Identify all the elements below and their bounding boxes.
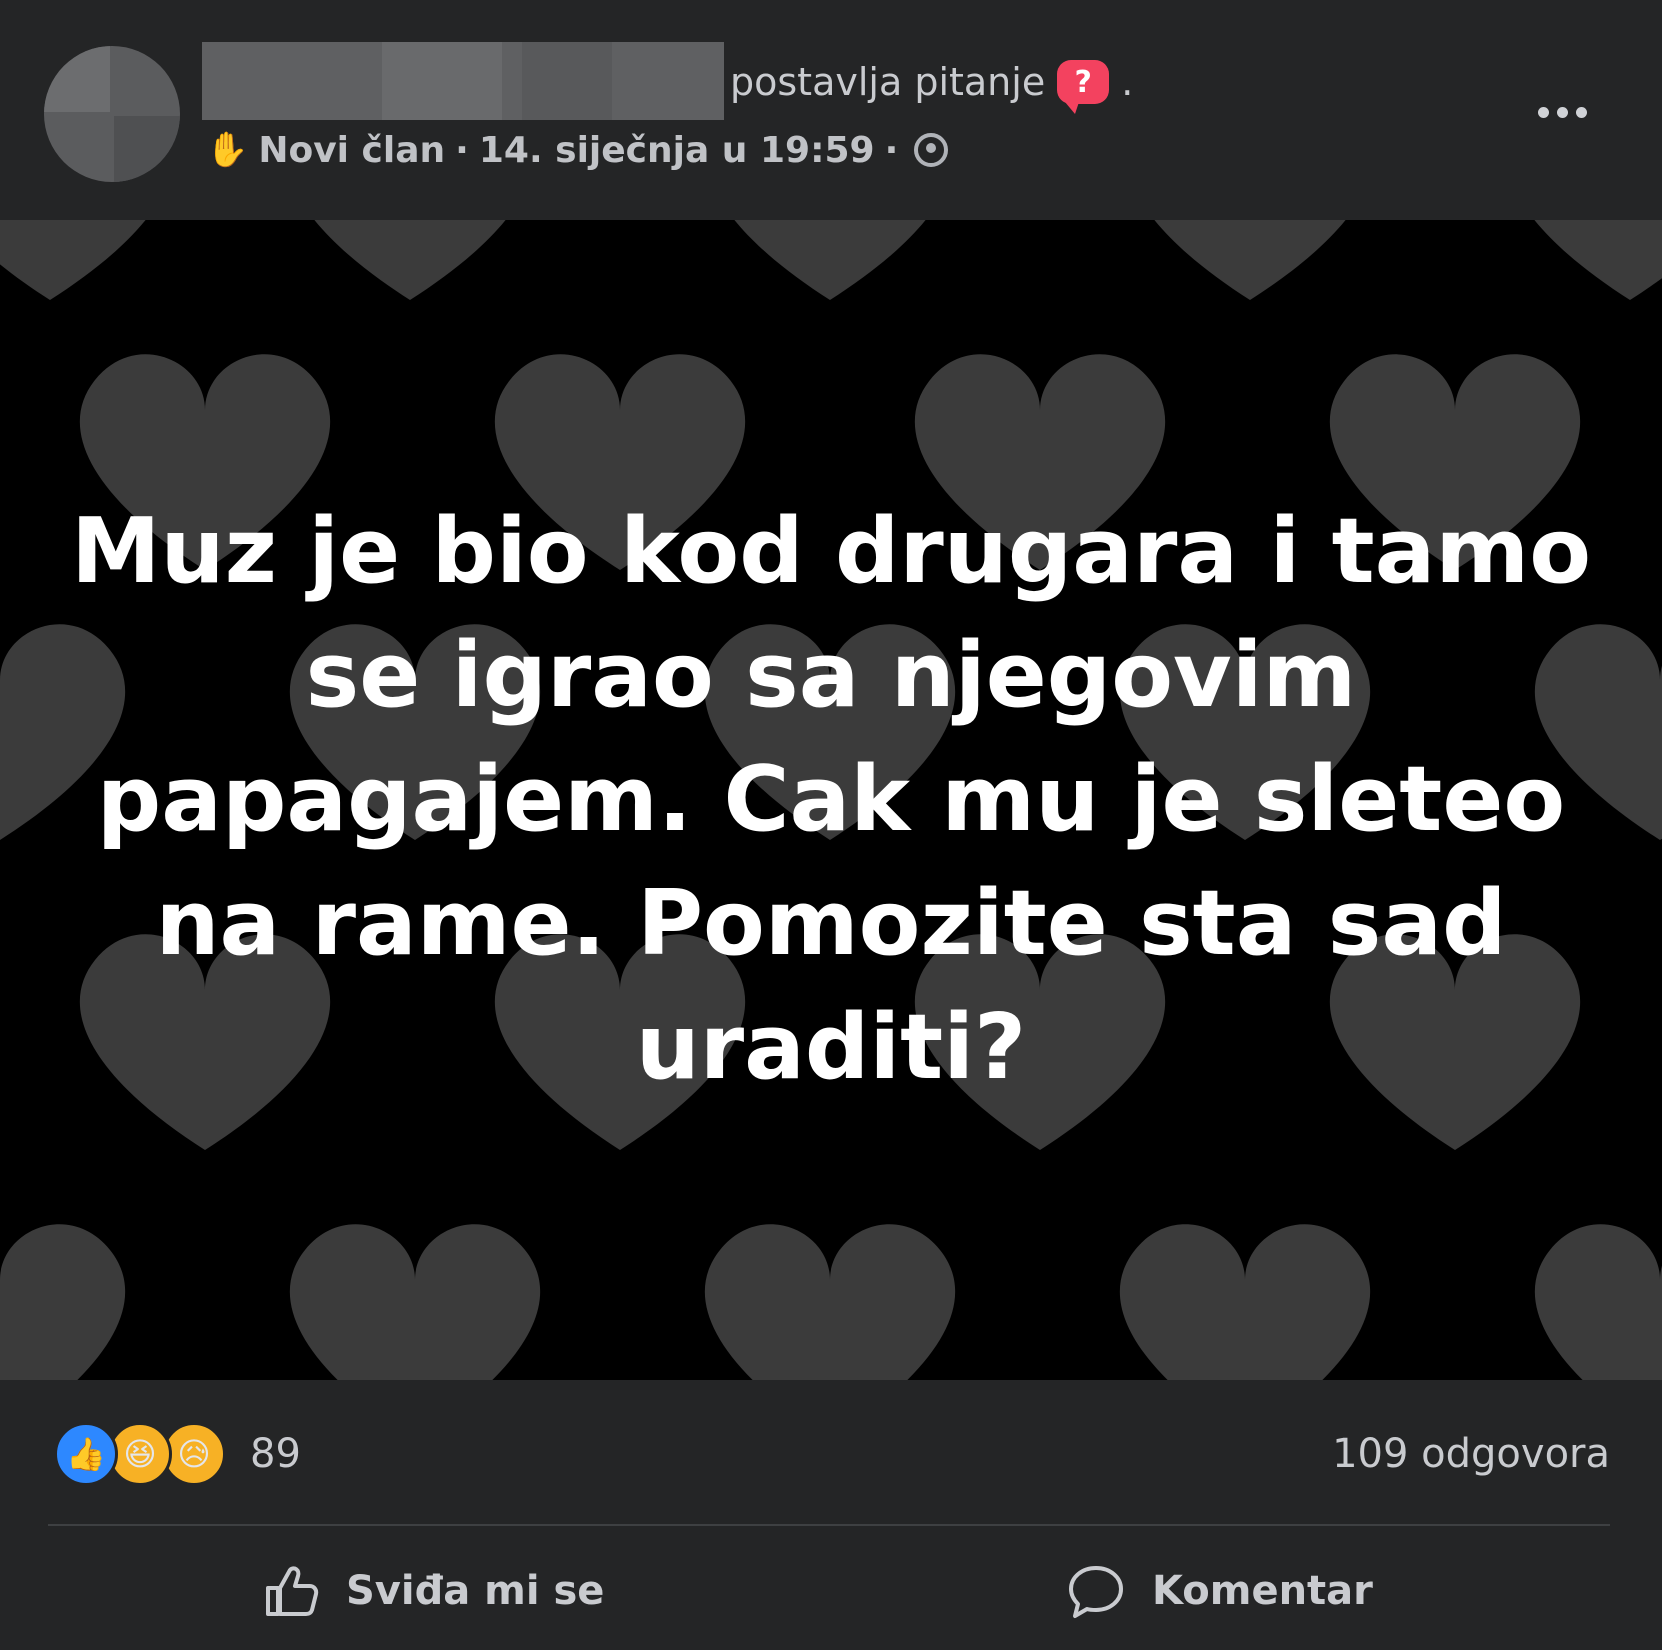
hearts-row-5 (0, 1224, 1662, 1380)
comment-label: Komentar (1152, 1568, 1373, 1614)
author-name-redacted[interactable] (202, 42, 724, 120)
question-post: postavlja pitanje ? . ✋ Novi član · 14. … (0, 0, 1662, 1650)
like-reaction-icon: 👍 (54, 1422, 118, 1486)
action-text: postavlja pitanje (730, 60, 1046, 104)
meta-separator: · (884, 129, 899, 171)
post-image[interactable]: Muz je bio kod drugara i tamo se igrao s… (0, 220, 1662, 1380)
question-badge-icon: ? (1057, 60, 1110, 114)
more-options-icon[interactable] (1512, 92, 1612, 132)
member-label: Novi član (258, 129, 446, 171)
meta-separator: · (455, 129, 469, 171)
thumbs-up-icon (266, 1566, 319, 1616)
comment-icon (1069, 1566, 1123, 1618)
post-meta: ✋ Novi član · 14. siječnja u 19:59 · (206, 122, 949, 178)
hearts-row-1 (0, 220, 1662, 300)
post-text: Muz je bio kod drugara i tamo se igrao s… (70, 499, 1592, 1100)
comment-button[interactable]: Komentar (1066, 1556, 1373, 1626)
answers-count[interactable]: 109 odgovora (1332, 1426, 1610, 1482)
group-icon (914, 133, 949, 167)
divider (48, 1524, 1610, 1526)
trailing-dot: . (1121, 60, 1134, 104)
waving-hand-icon: ✋ (206, 130, 249, 170)
author-avatar[interactable] (44, 46, 180, 182)
reactions-summary[interactable]: 👍 😆 😥 89 (54, 1422, 301, 1486)
like-button[interactable]: Sviđa mi se (262, 1556, 604, 1626)
post-action-line: postavlja pitanje ? . (730, 54, 1134, 114)
post-date[interactable]: 14. siječnja u 19:59 (479, 130, 875, 171)
reaction-count: 89 (250, 1431, 301, 1477)
like-label: Sviđa mi se (346, 1568, 605, 1614)
